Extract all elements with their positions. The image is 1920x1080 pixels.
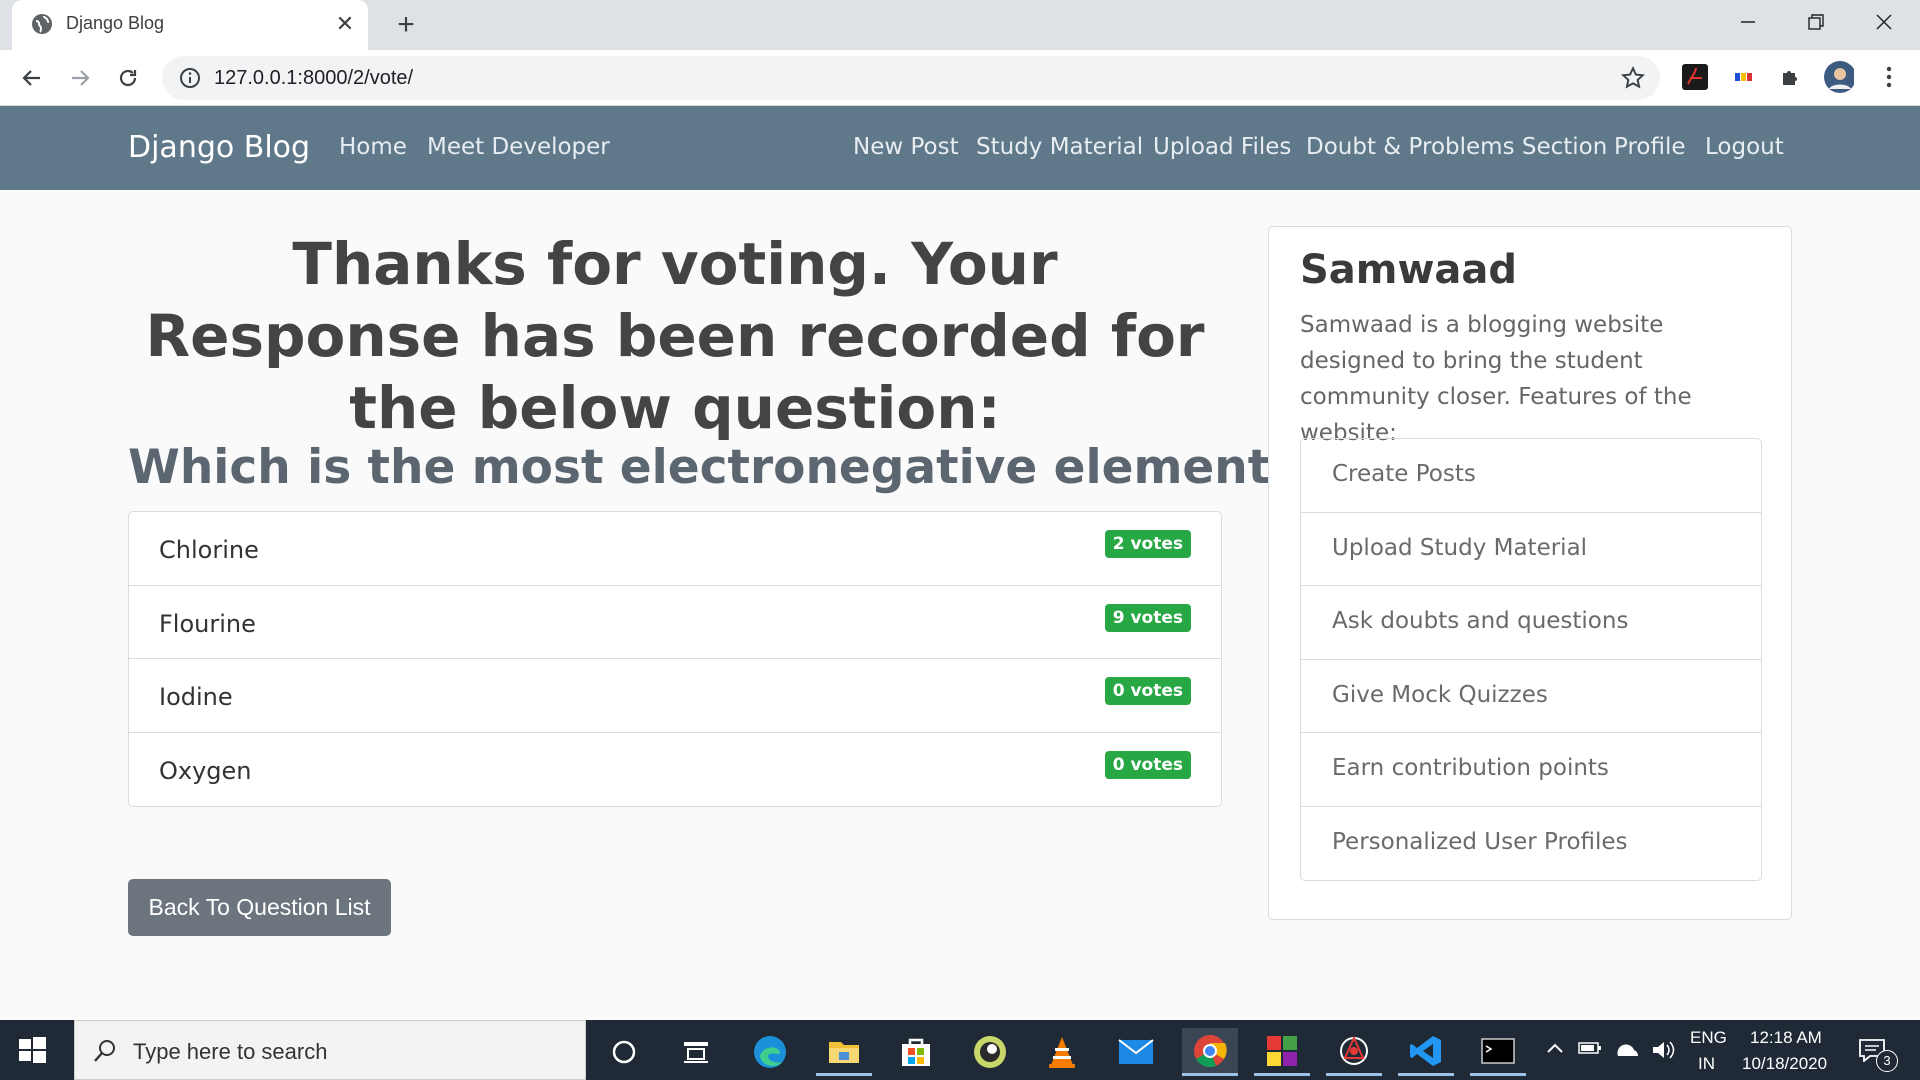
page-title: Thanks for voting. Your Response has bee… xyxy=(145,230,1205,442)
list-item: Ask doubts and questions xyxy=(1301,586,1761,660)
menu-icon[interactable] xyxy=(1874,62,1904,92)
sidebar-description: Samwaad is a blogging website designed t… xyxy=(1300,312,1692,446)
star-icon[interactable] xyxy=(1620,65,1646,91)
media-app-icon[interactable] xyxy=(962,1028,1018,1076)
restore-button[interactable] xyxy=(1782,0,1850,44)
vscode-icon[interactable] xyxy=(1398,1028,1454,1076)
globe-icon xyxy=(30,12,54,36)
battery-icon xyxy=(1578,1042,1601,1054)
sidebar-title: Samwaad xyxy=(1300,247,1518,293)
search-placeholder: Type here to search xyxy=(133,1039,328,1064)
windows-icon[interactable] xyxy=(16,1034,48,1066)
nav-logout-link[interactable]: Logout xyxy=(1705,134,1784,160)
list-item: Give Mock Quizzes xyxy=(1301,660,1761,733)
terminal-icon[interactable] xyxy=(1470,1028,1526,1076)
choice-label: Chlorine xyxy=(159,536,259,564)
feature-label: Upload Study Material xyxy=(1332,534,1588,561)
pdf-extension-icon[interactable] xyxy=(1680,62,1710,92)
minimize-button[interactable] xyxy=(1714,0,1782,44)
notification-icon[interactable]: 3 xyxy=(1854,1020,1904,1080)
search-icon xyxy=(91,1037,119,1065)
question-heading: Which is the most electronegative elemen… xyxy=(128,440,1298,495)
nav-new-post-link[interactable]: New Post xyxy=(853,134,959,160)
choice-label: Iodine xyxy=(159,683,233,711)
info-icon[interactable] xyxy=(178,66,202,90)
edge-icon[interactable] xyxy=(742,1028,798,1076)
store-icon[interactable] xyxy=(888,1028,944,1076)
taskbar-search-box[interactable]: Type here to search xyxy=(74,1020,586,1080)
show-hidden-icons[interactable] xyxy=(1540,1020,1601,1080)
colorful-app-icon[interactable] xyxy=(1254,1028,1310,1076)
nav-profile-link[interactable]: Profile xyxy=(1614,134,1686,160)
cortana-icon[interactable] xyxy=(596,1028,652,1076)
nav-doubt-problems-link[interactable]: Doubt & Problems Section xyxy=(1306,134,1607,160)
site-navbar: Django Blog Home Meet Developer New Post… xyxy=(0,106,1920,190)
vote-count-badge: 0 votes xyxy=(1104,677,1191,705)
browser-tab[interactable]: Django Blog ✕ xyxy=(12,0,368,50)
list-item: Oxygen 0 votes xyxy=(129,733,1221,807)
choices-list: Chlorine 2 votes Flourine 9 votes Iodine… xyxy=(128,511,1222,807)
list-item: Create Posts xyxy=(1301,439,1761,513)
feature-label: Give Mock Quizzes xyxy=(1332,681,1548,708)
region-indicator[interactable]: IN xyxy=(1698,1054,1715,1074)
list-item: Iodine 0 votes xyxy=(129,659,1221,733)
choice-label: Oxygen xyxy=(159,756,252,785)
network-tool-icon[interactable] xyxy=(1326,1028,1382,1076)
back-to-question-list-button[interactable]: Back To Question List xyxy=(128,879,391,936)
list-item: Flourine 9 votes xyxy=(129,586,1221,659)
taskbar: Type here to search ENG IN 12:18 AM 10/1… xyxy=(0,1020,1920,1080)
sidebar-card: Samwaad Samwaad is a blogging website de… xyxy=(1268,226,1792,920)
notification-count-badge: 3 xyxy=(1876,1050,1898,1072)
nav-meet-developer-link[interactable]: Meet Developer xyxy=(427,134,610,160)
list-item: Upload Study Material xyxy=(1301,513,1761,586)
puzzle-icon[interactable] xyxy=(1776,62,1806,92)
clock-date[interactable]: 10/18/2020 xyxy=(1742,1054,1827,1074)
vote-count-badge: 9 votes xyxy=(1104,603,1191,632)
vote-count-badge: 0 votes xyxy=(1104,750,1191,779)
network-icon[interactable] xyxy=(1612,1020,1642,1080)
close-icon[interactable]: ✕ xyxy=(332,12,358,38)
volume-icon[interactable] xyxy=(1648,1020,1678,1080)
features-list: Create Posts Upload Study Material Ask d… xyxy=(1300,438,1762,881)
list-item: Earn contribution points xyxy=(1301,733,1761,807)
tab-title: Django Blog xyxy=(66,13,165,33)
language-indicator[interactable]: ENG xyxy=(1690,1028,1727,1048)
choice-label: Flourine xyxy=(159,609,256,638)
browser-toolbar: 127.0.0.1:8000/2/vote/ xyxy=(0,50,1920,106)
file-explorer-icon[interactable] xyxy=(816,1028,872,1076)
url-text: 127.0.0.1:8000/2/vote/ xyxy=(214,67,414,89)
nav-home-link[interactable]: Home xyxy=(339,134,407,160)
clock-time[interactable]: 12:18 AM xyxy=(1750,1028,1822,1048)
browser-tab-strip: Django Blog ✕ + xyxy=(0,0,1920,50)
feature-label: Create Posts xyxy=(1332,461,1476,487)
list-item: Chlorine 2 votes xyxy=(129,512,1221,586)
vlc-icon[interactable] xyxy=(1034,1028,1090,1076)
window-close-button[interactable] xyxy=(1850,0,1918,44)
list-item: Personalized User Profiles xyxy=(1301,807,1761,881)
address-bar[interactable]: 127.0.0.1:8000/2/vote/ xyxy=(162,56,1660,100)
nav-upload-files-link[interactable]: Upload Files xyxy=(1153,134,1291,160)
color-extension-icon[interactable] xyxy=(1728,62,1758,92)
reload-icon[interactable] xyxy=(110,60,146,96)
mail-icon[interactable] xyxy=(1108,1028,1164,1076)
vote-count-badge: 2 votes xyxy=(1104,530,1191,558)
feature-label: Personalized User Profiles xyxy=(1332,828,1628,855)
task-view-icon[interactable] xyxy=(668,1028,724,1076)
feature-label: Ask doubts and questions xyxy=(1332,608,1629,634)
brand-link[interactable]: Django Blog xyxy=(128,130,310,165)
avatar[interactable] xyxy=(1824,61,1854,93)
plus-icon[interactable]: + xyxy=(390,10,422,42)
nav-study-material-link[interactable]: Study Material xyxy=(976,134,1143,160)
chrome-icon[interactable] xyxy=(1182,1028,1238,1076)
back-arrow-icon[interactable] xyxy=(14,60,50,96)
feature-label: Earn contribution points xyxy=(1332,755,1609,781)
forward-arrow-icon[interactable] xyxy=(62,60,98,96)
